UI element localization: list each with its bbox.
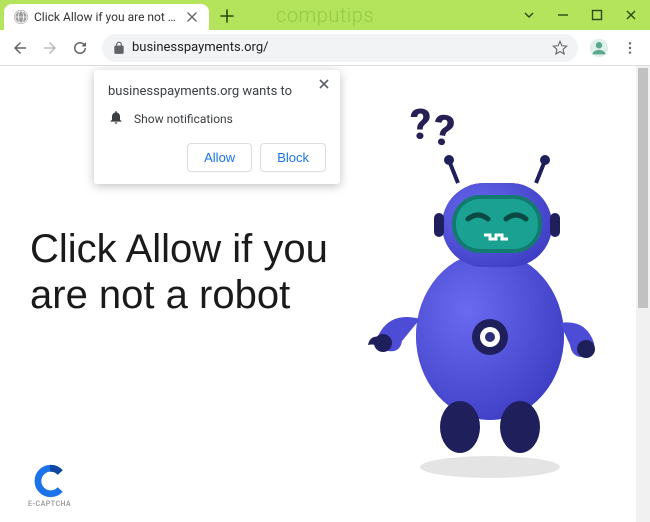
minimize-button[interactable]: [546, 1, 580, 29]
captcha-icon: [33, 464, 67, 498]
viewport: businesspayments.org wants to Show notif…: [0, 66, 650, 522]
bookmark-star-icon[interactable]: [552, 40, 568, 56]
allow-button[interactable]: Allow: [187, 143, 252, 172]
page-body: businesspayments.org wants to Show notif…: [0, 66, 636, 522]
bell-icon: [108, 109, 124, 129]
profile-avatar[interactable]: [586, 35, 612, 61]
page-headline: Click Allow if you are not a robot: [30, 226, 340, 318]
block-button[interactable]: Block: [260, 143, 326, 172]
close-icon[interactable]: [318, 78, 330, 94]
window-controls: [512, 0, 648, 30]
question-marks: ? ?: [410, 101, 454, 150]
permission-body: Show notifications: [108, 109, 326, 129]
watermark-text: computips: [276, 3, 374, 27]
reload-button[interactable]: [66, 34, 94, 62]
robot-illustration: ? ?: [350, 101, 610, 481]
forward-button[interactable]: [36, 34, 64, 62]
tab-title: Click Allow if you are not a robot: [34, 10, 179, 24]
new-tab-button[interactable]: [215, 4, 239, 28]
close-icon[interactable]: [185, 10, 199, 24]
captcha-logo: E-CAPTCHA: [28, 464, 71, 508]
lock-icon: [112, 41, 126, 55]
kebab-menu-icon[interactable]: [616, 34, 644, 62]
url-text[interactable]: businesspayments.org/: [132, 40, 546, 55]
tab-strip: Click Allow if you are not a robot: [0, 0, 239, 30]
chevron-down-icon[interactable]: [512, 1, 546, 29]
titlebar: Click Allow if you are not a robot compu…: [0, 0, 650, 30]
back-button[interactable]: [6, 34, 34, 62]
permission-actions: Allow Block: [108, 143, 326, 172]
close-window-button[interactable]: [614, 1, 648, 29]
maximize-button[interactable]: [580, 1, 614, 29]
globe-icon: [14, 10, 28, 24]
vertical-scrollbar[interactable]: [636, 66, 650, 522]
permission-text: Show notifications: [134, 112, 233, 126]
scrollbar-thumb[interactable]: [638, 68, 648, 308]
captcha-label: E-CAPTCHA: [28, 500, 71, 508]
toolbar: businesspayments.org/: [0, 30, 650, 66]
browser-tab[interactable]: Click Allow if you are not a robot: [4, 4, 209, 30]
permission-popup: businesspayments.org wants to Show notif…: [94, 70, 340, 184]
address-bar[interactable]: businesspayments.org/: [102, 34, 578, 62]
permission-origin: businesspayments.org wants to: [108, 84, 326, 99]
